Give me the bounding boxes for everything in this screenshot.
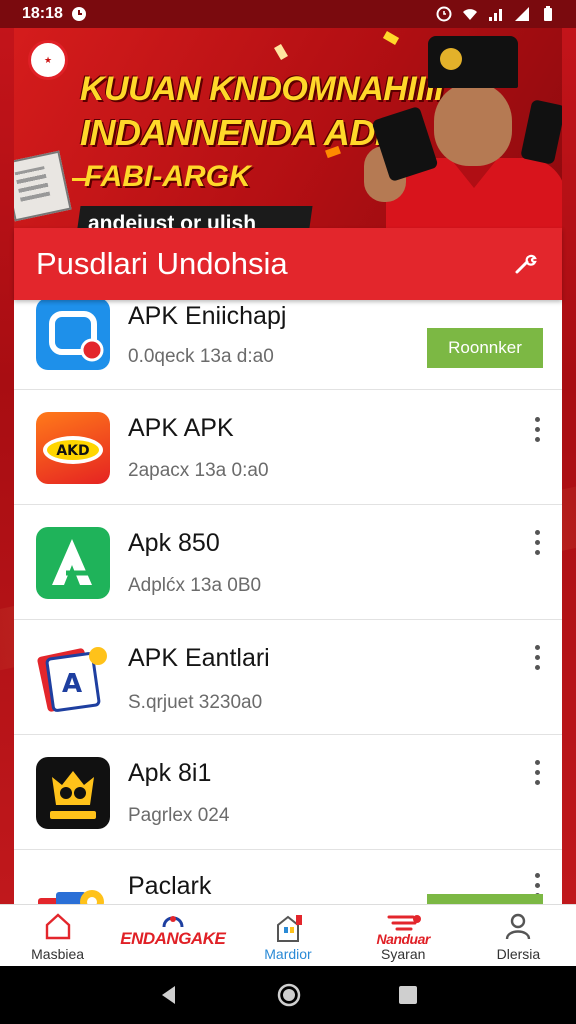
nav-brand-text: ENDANGAKE bbox=[120, 929, 226, 948]
banner-pill: andejust or ulish bbox=[75, 206, 313, 228]
brand-logo-icon bbox=[162, 916, 184, 928]
brand-logo-icon: ★ bbox=[28, 40, 68, 80]
battery-icon bbox=[544, 6, 552, 21]
list-item[interactable]: Apk 850 Adplćx 13a 0B0 bbox=[14, 505, 562, 620]
home-icon bbox=[45, 913, 70, 940]
recents-icon[interactable] bbox=[397, 984, 419, 1006]
status-time: 18:18 bbox=[22, 5, 63, 22]
racing-badge-icon: AKD bbox=[36, 412, 110, 484]
system-nav-bar bbox=[0, 966, 576, 1024]
app-meta: Adplćx 13a 0B0 bbox=[128, 575, 262, 596]
list-item[interactable]: Apk 8i1 Pagrlex 024 bbox=[14, 735, 562, 850]
more-options-icon[interactable] bbox=[526, 757, 548, 787]
nav-item-share[interactable]: Nanduar Syaran bbox=[346, 905, 461, 966]
signal-icon bbox=[489, 9, 502, 21]
cards-icon: A bbox=[36, 642, 110, 714]
gift-box-decoration bbox=[14, 150, 72, 222]
list-item[interactable]: A APK Eantlari S.qrjuet 3230a0 bbox=[14, 620, 562, 735]
list-item[interactable]: AKD APK APK 2apacx 13a 0:a0 bbox=[14, 390, 562, 505]
nav-label: Dlersia bbox=[496, 946, 541, 962]
svg-text:AKD: AKD bbox=[56, 443, 89, 459]
more-options-icon[interactable] bbox=[526, 414, 548, 444]
banner-pill-text: andejust or ulish bbox=[88, 212, 257, 228]
phone-icon bbox=[520, 99, 562, 165]
banner-subheadline: INDANNENDA ADN bbox=[80, 112, 401, 153]
nav-label: Syaran bbox=[381, 946, 426, 962]
download-button[interactable]: Roonnker bbox=[427, 328, 543, 368]
more-options-icon[interactable] bbox=[526, 527, 548, 557]
app-meta: S.qrjuet 3230a0 bbox=[128, 692, 263, 713]
banner-tagline: FABI-ARGK bbox=[72, 160, 251, 193]
app-name: APK APK bbox=[128, 414, 234, 442]
chat-bubble-icon bbox=[36, 300, 110, 370]
nav-item-profile[interactable]: Dlersia bbox=[461, 905, 576, 966]
promo-banner[interactable]: ★ KUUAN KNDOMNAHIIII INDANNENDA ADN FABI… bbox=[14, 28, 562, 228]
panel-title: Pusdlari Undohsia bbox=[36, 246, 288, 281]
gear-bundle-icon bbox=[36, 872, 110, 908]
panel-header: Pusdlari Undohsia bbox=[14, 228, 562, 300]
app-name: Paclark bbox=[128, 872, 212, 900]
nav-item-brand[interactable]: ENDANGAKE bbox=[115, 905, 230, 966]
app-name: Apk 8i1 bbox=[128, 759, 212, 787]
alarm-icon bbox=[71, 7, 86, 21]
city-icon bbox=[277, 915, 302, 942]
app-list: APK Eniichapj 0.0qeck 13a d:a0 Roonnker … bbox=[14, 300, 562, 908]
back-icon[interactable] bbox=[157, 983, 181, 1007]
bottom-nav: Masbiea ENDANGAKE Mardior Nanduar Syaran… bbox=[0, 904, 576, 966]
wifi-icon bbox=[463, 9, 477, 20]
app-meta: 2apacx 13a 0:a0 bbox=[128, 460, 269, 481]
confetti-decoration bbox=[274, 43, 288, 61]
owl-icon bbox=[36, 757, 110, 829]
signal-icon bbox=[515, 7, 529, 21]
app-meta: 0.0qeck 13a d:a0 bbox=[128, 346, 274, 367]
person-icon bbox=[506, 913, 531, 940]
banner-person-image bbox=[358, 36, 562, 228]
home-circle-icon[interactable] bbox=[276, 982, 302, 1008]
app-name: Apk 850 bbox=[128, 529, 220, 557]
list-item[interactable]: APK Eniichapj 0.0qeck 13a d:a0 Roonnker bbox=[14, 300, 562, 390]
app-meta: Pagrlex 024 bbox=[128, 805, 230, 826]
nav-brand-text: Nanduar bbox=[376, 931, 431, 947]
nav-item-city[interactable]: Mardior bbox=[230, 905, 345, 966]
status-bar: 18:18 bbox=[0, 0, 576, 28]
nav-label: Mardior bbox=[264, 946, 312, 962]
nav-item-home[interactable]: Masbiea bbox=[0, 905, 115, 966]
alarm-icon bbox=[436, 6, 452, 22]
svg-text:A: A bbox=[62, 669, 82, 699]
wrench-icon[interactable] bbox=[510, 249, 540, 279]
letter-a-icon bbox=[36, 527, 110, 599]
list-item[interactable]: Paclark bbox=[14, 850, 562, 908]
more-options-icon[interactable] bbox=[526, 642, 548, 672]
nav-label: Masbiea bbox=[31, 946, 85, 962]
app-name: APK Eantlari bbox=[128, 644, 270, 672]
app-name: APK Eniichapj bbox=[128, 302, 287, 330]
